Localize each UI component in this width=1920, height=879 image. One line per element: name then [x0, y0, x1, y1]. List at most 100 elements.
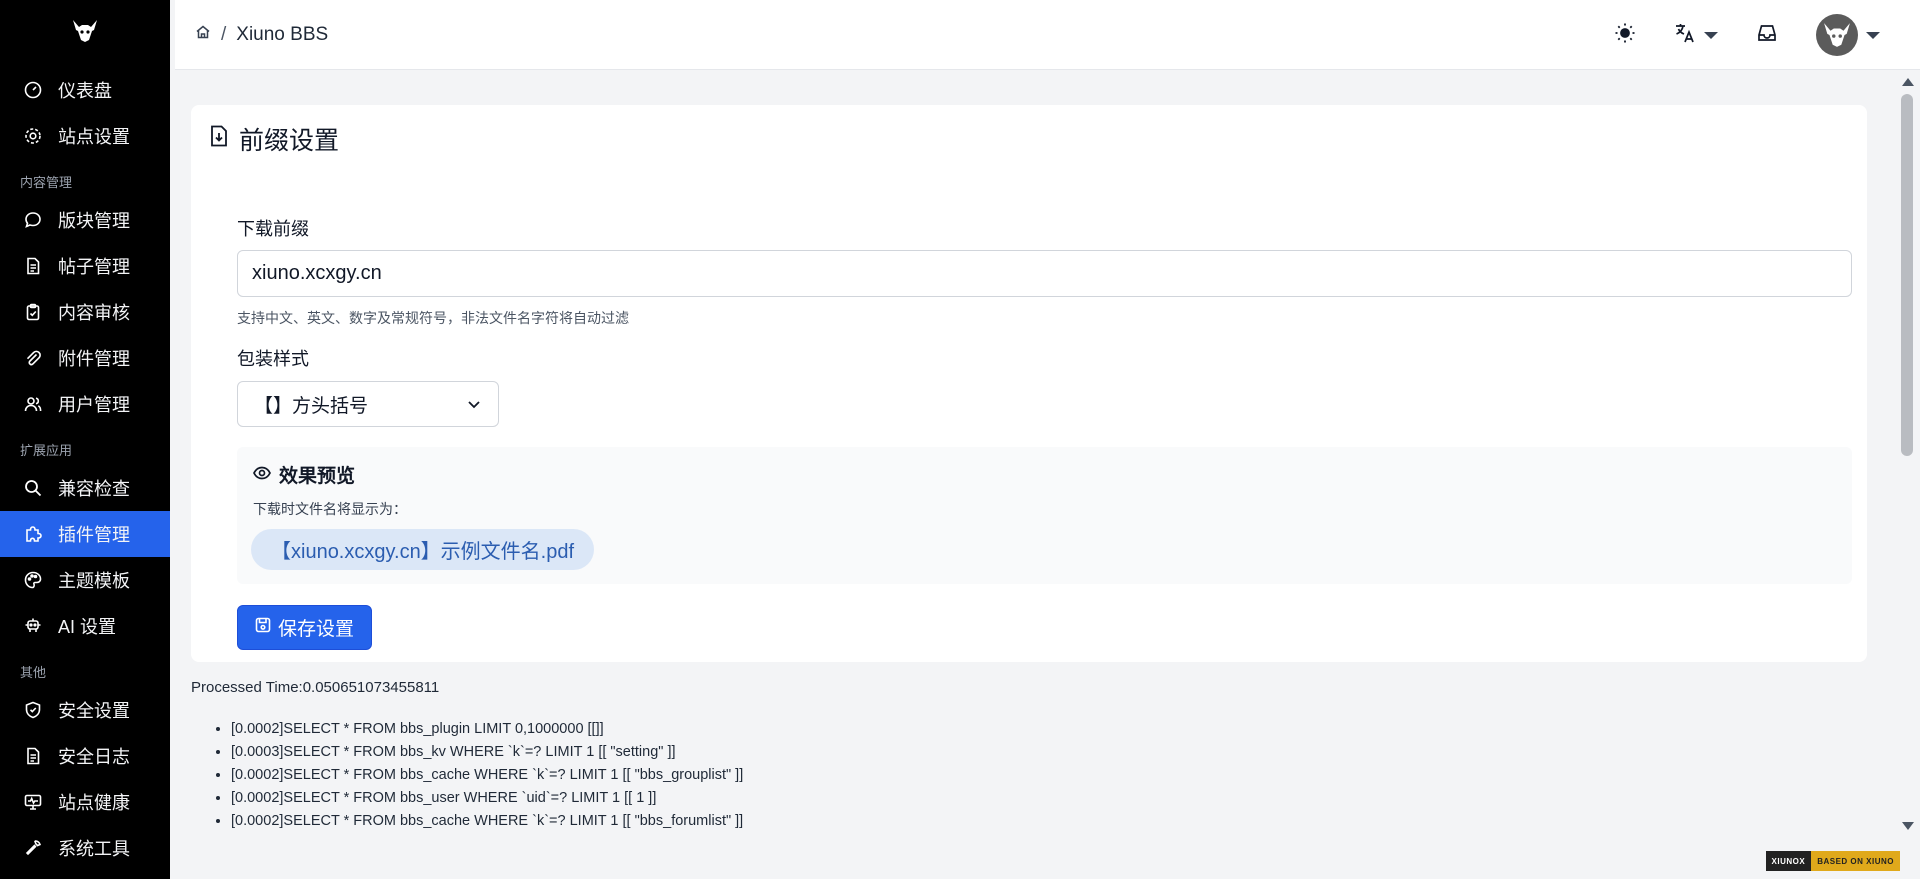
sidebar-item-label: 安全日志 — [58, 747, 130, 767]
prefix-label: 下载前缀 — [237, 219, 309, 239]
processed-time: Processed Time:0.050651073455811 — [191, 679, 440, 696]
sun-icon — [1614, 22, 1636, 49]
notifications-button[interactable] — [1756, 22, 1778, 49]
list-item: [0.0002]SELECT * FROM bbs_user WHERE `ui… — [231, 787, 743, 810]
sidebar-item-label: 内容审核 — [58, 303, 130, 323]
sidebar-item-plugins[interactable]: 插件管理 — [0, 511, 170, 557]
scroll-down-arrow-icon[interactable] — [1902, 822, 1914, 830]
gear-icon — [22, 125, 44, 147]
scroll-thumb[interactable] — [1901, 94, 1913, 456]
sidebar-item-site-health[interactable]: 站点健康 — [0, 779, 170, 825]
sidebar-item-label: 站点设置 — [58, 127, 130, 147]
sidebar-item-label: 兼容检查 — [58, 479, 130, 499]
list-item: [0.0002]SELECT * FROM bbs_plugin LIMIT 0… — [231, 718, 743, 741]
top-header: / Xiuno BBS — [175, 0, 1920, 70]
sidebar-section-content: 内容管理 — [20, 175, 73, 190]
preview-title: 效果预览 — [253, 461, 355, 488]
sidebar-item-label: 附件管理 — [58, 349, 130, 369]
sql-query-list: [0.0002]SELECT * FROM bbs_plugin LIMIT 0… — [211, 718, 743, 833]
list-item: [0.0003]SELECT * FROM bbs_kv WHERE `k`=?… — [231, 741, 743, 764]
robot-icon — [22, 615, 44, 637]
users-icon — [22, 393, 44, 415]
sidebar-item-dashboard[interactable]: 仪表盘 — [0, 67, 170, 113]
badge-right: BASED ON XIUNO — [1811, 851, 1900, 871]
powered-by-badge[interactable]: XIUNOX BASED ON XIUNO — [1765, 851, 1900, 871]
file-download-icon — [209, 125, 229, 154]
sidebar-item-users[interactable]: 用户管理 — [0, 381, 170, 427]
sidebar-item-security-settings[interactable]: 安全设置 — [0, 687, 170, 733]
sidebar-item-label: 用户管理 — [58, 395, 130, 415]
avatar — [1816, 14, 1858, 56]
sidebar-item-themes[interactable]: 主题模板 — [0, 557, 170, 603]
clipboard-check-icon — [22, 301, 44, 323]
preview-filename: 【xiuno.xcxgy.cn】示例文件名.pdf — [251, 529, 595, 570]
style-select-value: 【】方头括号 — [254, 395, 369, 417]
breadcrumb-current: Xiuno BBS — [236, 23, 329, 45]
eye-icon — [253, 464, 271, 486]
bull-logo-icon — [72, 19, 98, 48]
list-item: [0.0002]SELECT * FROM bbs_cache WHERE `k… — [231, 764, 743, 787]
inbox-icon — [1756, 22, 1778, 49]
breadcrumb: / Xiuno BBS — [195, 24, 328, 46]
preview-title-text: 效果预览 — [279, 466, 356, 487]
shield-icon — [22, 699, 44, 721]
prefix-help-text: 支持中文、英文、数字及常规符号，非法文件名字符将自动过滤 — [237, 310, 629, 326]
preview-hint: 下载时文件名将显示为： — [253, 501, 407, 517]
sidebar-section-extend: 扩展应用 — [20, 443, 73, 458]
sidebar-item-label: 帖子管理 — [58, 257, 130, 277]
chevron-down-icon — [1866, 31, 1880, 39]
sidebar-item-attachments[interactable]: 附件管理 — [0, 335, 170, 381]
save-settings-button[interactable]: 保存设置 — [237, 605, 372, 650]
sidebar-item-label: 仪表盘 — [58, 81, 112, 101]
sidebar-item-label: AI 设置 — [58, 617, 117, 637]
translate-icon — [1674, 22, 1696, 49]
sidebar-item-posts[interactable]: 帖子管理 — [0, 243, 170, 289]
sidebar-item-label: 主题模板 — [58, 571, 130, 591]
prefix-input[interactable] — [237, 250, 1852, 297]
search-icon — [22, 477, 44, 499]
paperclip-icon — [22, 347, 44, 369]
sidebar: 仪表盘 站点设置 内容管理 版块管理 帖子管理 内容审核 附件管理 用户管理 扩… — [0, 0, 170, 879]
sidebar-item-forums[interactable]: 版块管理 — [0, 197, 170, 243]
language-button[interactable] — [1674, 22, 1718, 49]
log-document-icon — [22, 745, 44, 767]
chevron-down-icon — [1704, 31, 1718, 39]
card-title-text: 前缀设置 — [239, 127, 340, 155]
save-icon — [255, 617, 271, 639]
sidebar-item-security-log[interactable]: 安全日志 — [0, 733, 170, 779]
breadcrumb-separator: / — [221, 23, 227, 45]
puzzle-icon — [22, 523, 44, 545]
logo[interactable] — [0, 0, 170, 67]
theme-toggle-button[interactable] — [1614, 22, 1636, 49]
scroll-up-arrow-icon[interactable] — [1902, 78, 1914, 86]
palette-icon — [22, 569, 44, 591]
home-icon[interactable] — [195, 24, 211, 46]
sidebar-item-compat-check[interactable]: 兼容检查 — [0, 465, 170, 511]
tool-icon — [22, 837, 44, 859]
document-icon — [22, 255, 44, 277]
sidebar-item-ai-settings[interactable]: AI 设置 — [0, 603, 170, 649]
style-label: 包装样式 — [237, 349, 309, 369]
sidebar-item-label: 安全设置 — [58, 701, 130, 721]
chevron-down-icon — [466, 396, 482, 418]
card-title: 前缀设置 — [209, 121, 339, 157]
page-scrollbar[interactable] — [1894, 70, 1920, 830]
user-menu-button[interactable] — [1816, 14, 1880, 56]
chat-bubble-icon — [22, 209, 44, 231]
sidebar-item-site-settings[interactable]: 站点设置 — [0, 113, 170, 159]
monitor-icon — [22, 791, 44, 813]
sidebar-item-label: 系统工具 — [58, 839, 130, 859]
sidebar-item-moderation[interactable]: 内容审核 — [0, 289, 170, 335]
gauge-icon — [22, 79, 44, 101]
preview-panel: 效果预览 下载时文件名将显示为： 【xiuno.xcxgy.cn】示例文件名.p… — [237, 447, 1852, 584]
sidebar-item-label: 插件管理 — [58, 525, 130, 545]
style-select[interactable]: 【】方头括号 — [237, 381, 499, 427]
sidebar-item-system-tools[interactable]: 系统工具 — [0, 825, 170, 871]
save-button-label: 保存设置 — [277, 619, 354, 640]
badge-left: XIUNOX — [1765, 851, 1812, 871]
header-actions — [1576, 0, 1880, 70]
prefix-settings-card: 前缀设置 下载前缀 支持中文、英文、数字及常规符号，非法文件名字符将自动过滤 包… — [191, 105, 1867, 662]
sidebar-section-other: 其他 — [20, 665, 47, 680]
sidebar-item-label: 版块管理 — [58, 211, 130, 231]
main-content: 前缀设置 下载前缀 支持中文、英文、数字及常规符号，非法文件名字符将自动过滤 包… — [175, 70, 1883, 879]
